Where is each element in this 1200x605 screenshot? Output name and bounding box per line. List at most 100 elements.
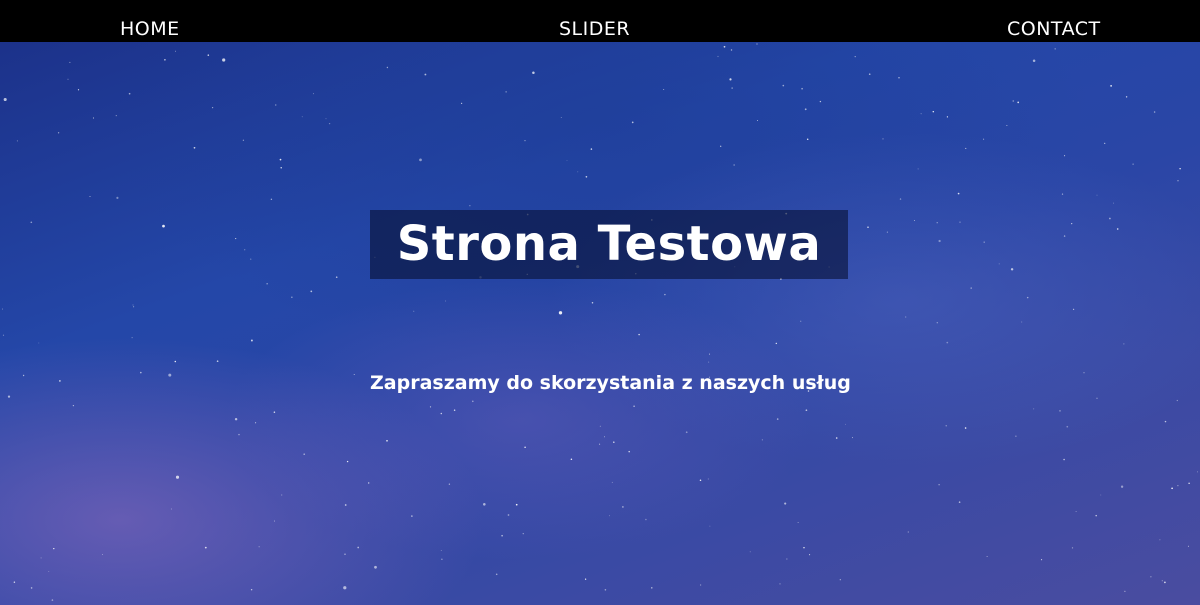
star xyxy=(92,117,95,119)
star xyxy=(1059,410,1061,412)
star xyxy=(628,450,630,453)
star xyxy=(709,353,711,355)
star xyxy=(310,290,313,293)
star xyxy=(1017,101,1020,104)
star xyxy=(882,138,884,140)
star xyxy=(89,195,91,197)
star xyxy=(411,515,413,517)
star xyxy=(524,446,526,448)
star xyxy=(301,116,303,118)
star xyxy=(2,334,5,336)
star xyxy=(281,494,283,496)
star xyxy=(507,514,510,516)
star xyxy=(651,587,653,589)
star xyxy=(1012,100,1015,102)
star xyxy=(720,145,722,147)
starfield-background xyxy=(1,43,1198,601)
star xyxy=(560,116,562,119)
star xyxy=(1110,85,1112,87)
star xyxy=(1061,193,1064,195)
star xyxy=(116,196,119,199)
star xyxy=(1179,168,1181,170)
star xyxy=(803,547,805,549)
star xyxy=(932,110,935,113)
star xyxy=(784,502,787,505)
star xyxy=(609,515,610,517)
star xyxy=(386,66,389,69)
star xyxy=(441,558,443,560)
star xyxy=(312,93,314,95)
star xyxy=(275,104,277,106)
star xyxy=(1124,590,1126,592)
star xyxy=(800,320,802,322)
star xyxy=(965,147,967,149)
star xyxy=(522,533,524,535)
star xyxy=(867,226,869,228)
star xyxy=(599,443,601,445)
star xyxy=(854,55,856,58)
star xyxy=(1063,235,1066,237)
star xyxy=(946,341,949,344)
hero-title-box: Strona Testowa xyxy=(370,210,848,279)
star xyxy=(730,49,733,51)
hero-title: Strona Testowa xyxy=(396,215,822,272)
star xyxy=(303,453,306,456)
star xyxy=(907,531,909,533)
star xyxy=(115,115,117,117)
star xyxy=(501,534,503,537)
star xyxy=(699,479,702,482)
star xyxy=(797,522,799,524)
star xyxy=(72,404,75,407)
star xyxy=(917,168,919,170)
star xyxy=(1197,471,1198,473)
star xyxy=(723,45,726,48)
star xyxy=(1171,487,1173,490)
star xyxy=(1187,545,1189,547)
star xyxy=(250,258,252,260)
star xyxy=(886,231,888,233)
star xyxy=(57,132,60,134)
star xyxy=(936,322,938,324)
star xyxy=(983,241,985,243)
star xyxy=(1071,547,1074,549)
star xyxy=(162,224,165,228)
star xyxy=(801,87,803,90)
star xyxy=(453,409,456,411)
star xyxy=(1010,268,1014,271)
star xyxy=(570,458,573,461)
star xyxy=(505,91,507,93)
star xyxy=(584,578,587,580)
star xyxy=(839,579,841,581)
star xyxy=(175,475,180,479)
star xyxy=(603,436,606,438)
star xyxy=(749,551,751,553)
star xyxy=(611,481,613,483)
star xyxy=(524,140,526,142)
star xyxy=(959,221,961,223)
star xyxy=(786,558,788,560)
nav-link-home[interactable]: HOME xyxy=(120,0,180,42)
star xyxy=(938,484,940,486)
star xyxy=(174,360,177,363)
nav-link-slider[interactable]: SLIDER xyxy=(559,0,630,42)
star xyxy=(945,425,947,427)
star xyxy=(335,276,338,279)
nav-link-contact[interactable]: CONTACT xyxy=(1007,0,1101,42)
star xyxy=(495,573,498,576)
star xyxy=(1164,420,1167,423)
star xyxy=(242,139,245,141)
star xyxy=(472,400,474,403)
star xyxy=(851,437,854,439)
star xyxy=(1132,163,1134,165)
star xyxy=(515,503,518,506)
star xyxy=(170,508,172,510)
star xyxy=(1075,511,1077,512)
star xyxy=(440,412,443,415)
star xyxy=(328,122,331,125)
star xyxy=(757,120,758,122)
star xyxy=(346,460,349,463)
page: HOME SLIDER CONTACT Strona Testowa Zapra… xyxy=(0,0,1200,605)
star xyxy=(782,84,785,87)
star xyxy=(1116,228,1119,230)
star xyxy=(590,148,593,150)
